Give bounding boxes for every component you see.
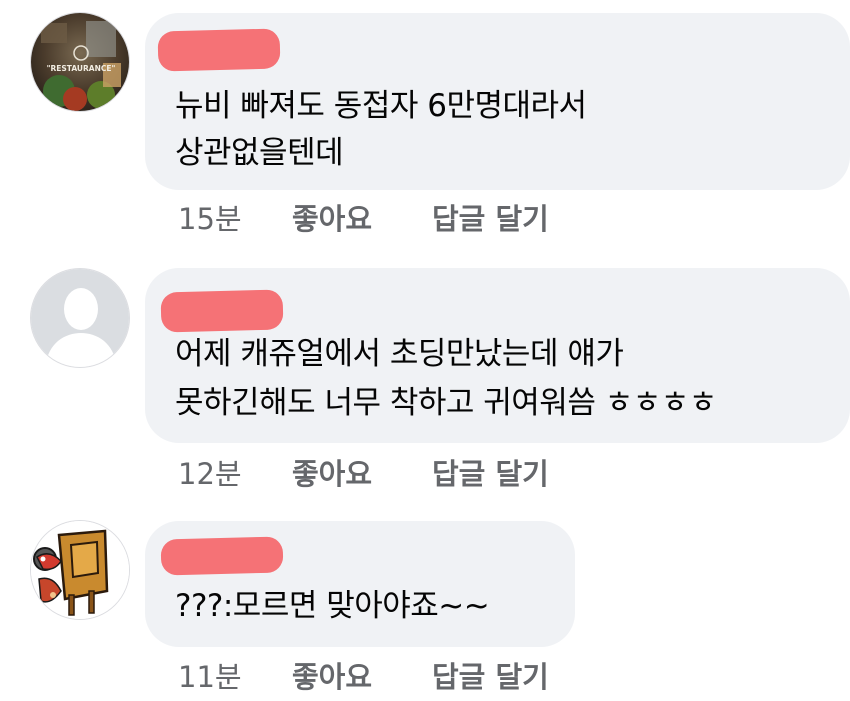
avatar[interactable]: "RESTAURANCE" — [30, 12, 130, 112]
comment-text-line: ???:모르면 맞아야죠~~ — [175, 588, 490, 624]
comment-text-line: 상관없을텐데 — [175, 135, 344, 171]
restaurant-photo-avatar-icon: "RESTAURANCE" — [31, 13, 129, 111]
comment-text-line: 뉴비 빠져도 동접자 6만명대라서 — [175, 88, 587, 124]
cartoon-character-avatar-icon — [31, 521, 129, 619]
comment-time[interactable]: 12분 — [178, 451, 242, 493]
reply-button[interactable]: 답글 달기 — [432, 451, 549, 493]
comment-bubble: 어제 캐쥬얼에서 초딩만났는데 얘가 못하긴해도 너무 착하고 귀여워씀 ㅎㅎㅎ… — [145, 268, 850, 443]
author-name-redacted — [160, 289, 284, 333]
like-button[interactable]: 좋아요 — [292, 196, 372, 238]
avatar[interactable] — [30, 268, 130, 368]
author-name-redacted — [157, 28, 281, 72]
comment-time[interactable]: 15분 — [178, 196, 242, 238]
comment-bubble: 뉴비 빠져도 동접자 6만명대라서 상관없을텐데 — [145, 13, 850, 190]
author-name-redacted — [160, 536, 284, 576]
avatar[interactable] — [30, 520, 130, 620]
like-button[interactable]: 좋아요 — [292, 654, 372, 696]
comment-time[interactable]: 11분 — [178, 654, 242, 696]
like-button[interactable]: 좋아요 — [292, 451, 372, 493]
reply-button[interactable]: 답글 달기 — [432, 654, 549, 696]
comment-bubble: ???:모르면 맞아야죠~~ — [145, 521, 575, 647]
comment-text-line: 못하긴해도 너무 착하고 귀여워씀 ㅎㅎㅎㅎ — [175, 385, 717, 421]
svg-text:"RESTAURANCE": "RESTAURANCE" — [47, 64, 116, 73]
reply-button[interactable]: 답글 달기 — [432, 196, 549, 238]
default-silhouette-avatar-icon — [31, 269, 129, 367]
comment-text-line: 어제 캐쥬얼에서 초딩만났는데 얘가 — [175, 336, 624, 372]
